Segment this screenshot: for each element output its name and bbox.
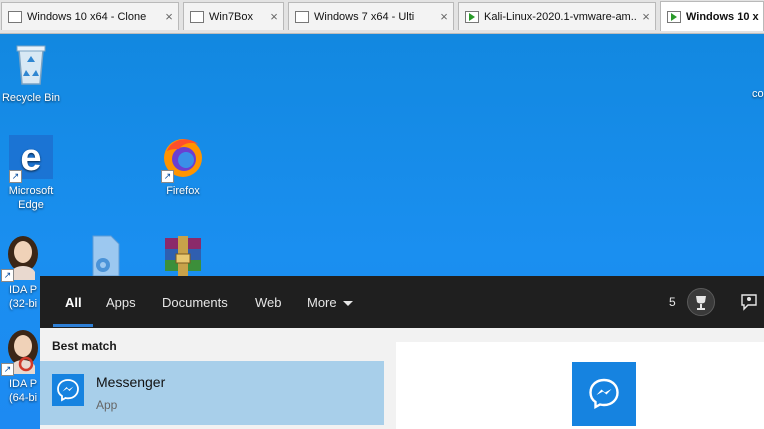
search-tab-apps[interactable]: Apps [106,295,136,310]
vm-tab-windows10-active[interactable]: Windows 10 x [660,1,764,31]
desktop-icon-label: Microsoft [8,185,54,197]
desktop: Recycle Bin e ↗ Microsoft Edge ↗ Firefox [0,34,764,429]
result-title: Messenger [96,374,166,390]
result-subtitle: App [96,398,118,412]
shortcut-arrow-icon: ↗ [1,269,14,282]
gear-file-icon [79,232,127,280]
vm-tab-label: Windows 10 x [686,10,759,23]
result-preview-pane [396,342,764,429]
vm-tab-win7box[interactable]: Win7Box × [183,2,284,30]
search-tab-web[interactable]: Web [255,295,282,310]
best-match-heading: Best match [52,339,117,353]
desktop-icon-label: Edge [18,199,44,211]
svg-text:e: e [20,137,41,179]
vm-tab-windows7-ultimate[interactable]: Windows 7 x64 - Ulti × [288,2,454,30]
search-tab-documents[interactable]: Documents [162,295,228,310]
vm-icon [8,10,22,23]
desktop-icon-label: co [752,88,764,100]
trophy-icon[interactable] [687,288,715,316]
result-item-messenger[interactable]: Messenger App [40,361,384,425]
more-label: More [307,295,337,310]
close-icon[interactable]: × [160,9,178,24]
shortcut-arrow-icon: ↗ [9,170,22,183]
chevron-down-icon [342,301,353,307]
desktop-icon-recycle-bin[interactable]: Recycle Bin [0,40,62,105]
active-tab-indicator [53,324,93,327]
vm-running-icon [465,10,479,23]
search-nav-bar: All Apps Documents Web More 5 [40,276,764,328]
close-icon[interactable]: × [637,9,655,24]
vm-running-icon [667,10,681,23]
vm-tab-label: Windows 10 x64 - Clone [27,10,147,23]
close-icon[interactable]: × [435,9,453,24]
vm-tab-label: Win7Box [209,10,254,23]
vm-tab-windows10-clone[interactable]: Windows 10 x64 - Clone × [1,2,179,30]
messenger-icon [572,362,636,426]
search-tab-more[interactable]: More [307,295,353,310]
desktop-icon-label: Recycle Bin [1,92,61,104]
vm-tab-bar: Windows 10 x64 - Clone × Win7Box × Windo… [0,0,764,34]
ida-portrait-icon: ↗ [0,232,47,282]
recycle-bin-icon [7,40,55,88]
edge-icon: e ↗ [7,133,55,183]
desktop-icon-microsoft-edge[interactable]: e ↗ Microsoft Edge [0,133,62,212]
desktop-icon-clipped-right[interactable]: co [752,87,764,101]
vm-tab-label: Kali-Linux-2020.1-vmware-am... [484,10,637,23]
vm-icon [190,10,204,23]
vm-icon [295,10,309,23]
vm-tab-kali-linux[interactable]: Kali-Linux-2020.1-vmware-am... × [458,2,656,30]
firefox-icon: ↗ [159,133,207,183]
search-flyout: All Apps Documents Web More 5 Best match… [40,276,764,429]
search-results-list: Best match Messenger App [40,328,384,429]
close-icon[interactable]: × [265,9,283,24]
messenger-icon [52,374,84,406]
shortcut-arrow-icon: ↗ [161,170,174,183]
search-tab-all[interactable]: All [65,295,82,310]
feedback-icon[interactable] [740,293,758,311]
desktop-icon-label: Firefox [166,185,200,197]
shortcut-arrow-icon: ↗ [1,363,14,376]
desktop-icon-firefox[interactable]: ↗ Firefox [152,133,214,198]
winrar-icon [159,232,207,280]
vm-tab-label: Windows 7 x64 - Ulti [314,10,415,23]
reward-points: 5 [669,295,676,309]
